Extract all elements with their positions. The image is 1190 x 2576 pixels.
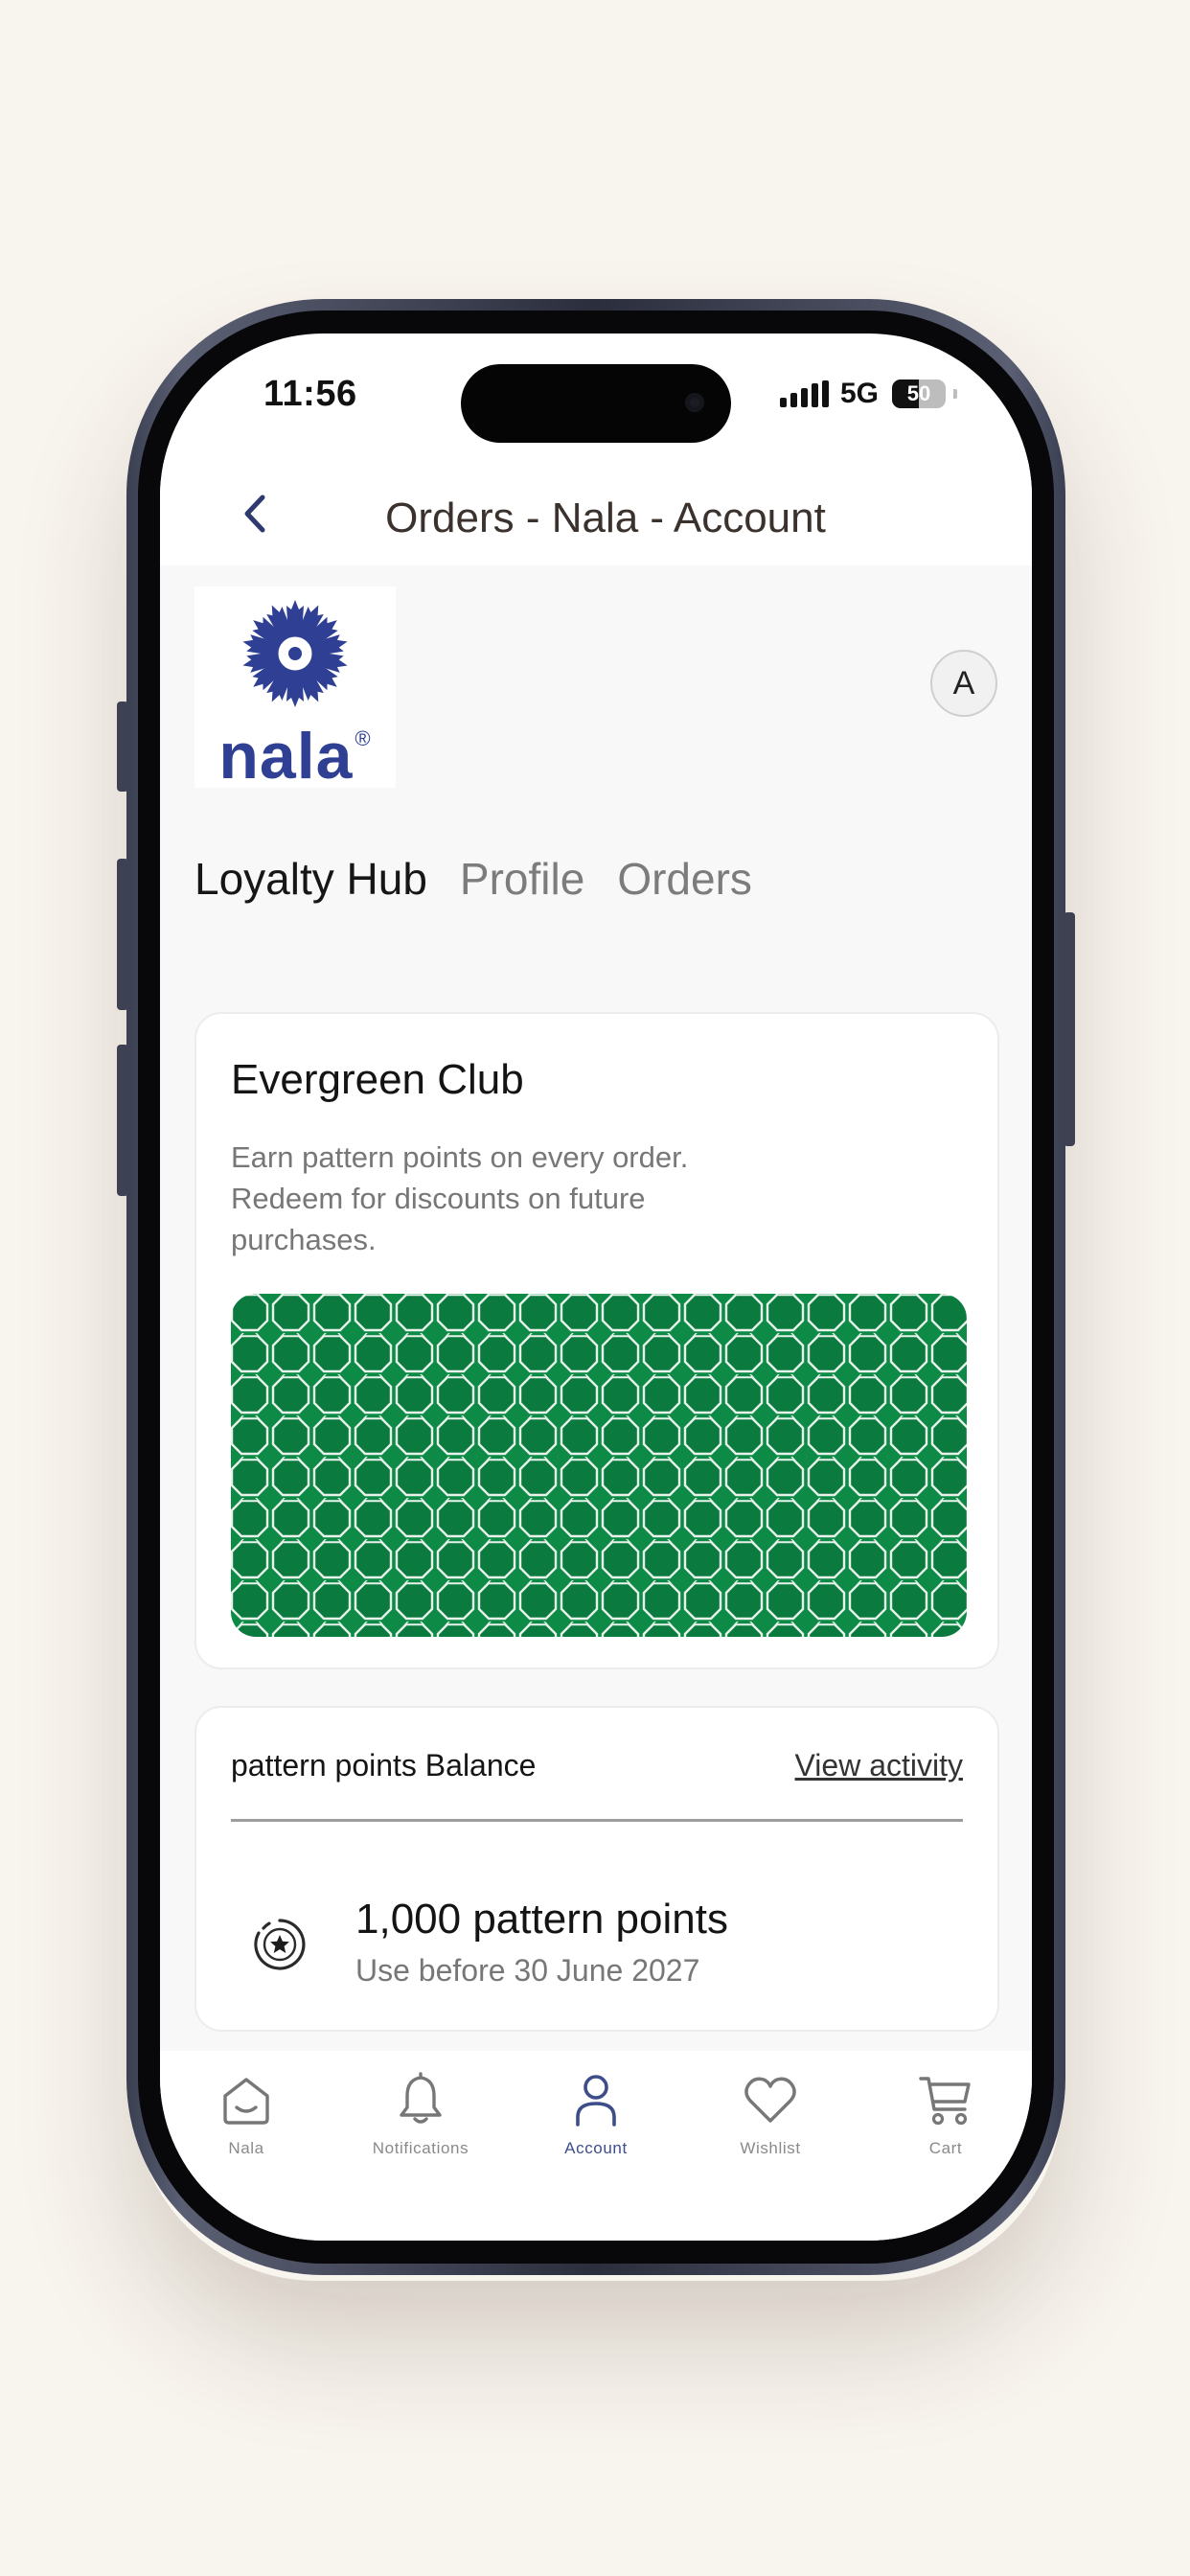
dynamic-island (461, 364, 731, 443)
brand-wordmark: nala® (218, 720, 372, 793)
tab-loyalty-hub[interactable]: Loyalty Hub (195, 853, 427, 905)
avatar[interactable]: A (930, 650, 997, 717)
tabbar-label: Wishlist (740, 2139, 801, 2157)
tabbar-item-notifications[interactable]: Notifications (334, 2068, 507, 2158)
nav-header: Orders - Nala - Account (160, 460, 1032, 565)
club-card: Evergreen Club Earn pattern points on ev… (195, 1012, 999, 1669)
battery-percent: 50 (906, 381, 931, 405)
club-description: Earn pattern points on every order. Rede… (231, 1140, 689, 1256)
points-expiry: Use before 30 June 2027 (355, 1953, 700, 1988)
brand-logo[interactable]: nala® (195, 586, 396, 793)
home-icon (223, 2078, 269, 2125)
signal-icon (779, 380, 829, 407)
tabbar-item-cart[interactable]: Cart (859, 2068, 1032, 2158)
club-title: Evergreen Club (231, 1056, 524, 1103)
main-content: nala® A Loyalty Hub Profile Orders Everg… (160, 565, 1032, 2051)
bell-icon (400, 2072, 442, 2124)
network-label: 5G (839, 378, 879, 409)
points-amount: 1,000 pattern points (355, 1896, 728, 1943)
person-icon (576, 2075, 616, 2127)
tabbar-item-wishlist[interactable]: Wishlist (684, 2068, 857, 2158)
octagon-pattern (231, 1294, 967, 1637)
club-pattern-image (231, 1294, 967, 1637)
battery-cap (953, 389, 957, 399)
view-activity-link[interactable]: View activity (795, 1748, 963, 1783)
cart-icon (919, 2077, 971, 2126)
power-button (1064, 912, 1075, 1146)
battery-icon: 50 (892, 380, 946, 408)
volume-up-button (117, 859, 128, 1010)
star-badge-icon (254, 1919, 306, 1970)
flower-logo-icon (242, 600, 348, 707)
tab-profile[interactable]: Profile (460, 853, 584, 905)
tabbar-label: Notifications (372, 2139, 469, 2157)
account-tabs: Loyalty Hub Profile Orders (195, 853, 752, 905)
tabbar-label: Account (564, 2139, 628, 2157)
divider (231, 1819, 963, 1822)
phone-screen: 11:56 5G 50 Orders - Nala - Account nala… (160, 334, 1032, 2241)
tab-orders[interactable]: Orders (617, 853, 752, 905)
heart-icon (744, 2077, 796, 2123)
action-button (117, 702, 128, 792)
volume-down-button (117, 1045, 128, 1196)
page-title: Orders - Nala - Account (385, 494, 826, 541)
status-time: 11:56 (263, 374, 357, 414)
status-indicators: 5G 50 (779, 378, 957, 410)
bottom-tab-bar: Nala Notifications Account Wishlist Cart (160, 2051, 1032, 2241)
tabbar-label: Nala (228, 2139, 264, 2157)
tabbar-item-nala[interactable]: Nala (160, 2068, 332, 2158)
tabbar-item-account[interactable]: Account (510, 2068, 682, 2158)
balance-label: pattern points Balance (231, 1748, 537, 1782)
balance-card: pattern points Balance View activity 1,0… (195, 1706, 999, 2032)
tabbar-label: Cart (928, 2139, 963, 2157)
camera-icon (685, 393, 704, 412)
